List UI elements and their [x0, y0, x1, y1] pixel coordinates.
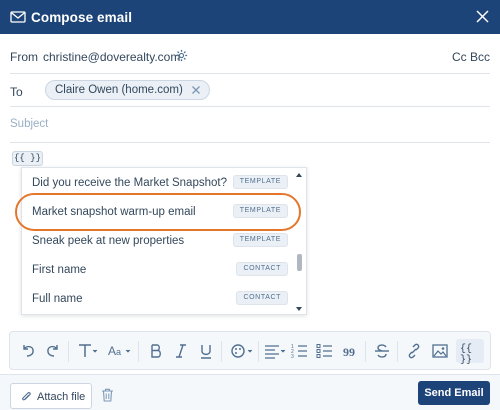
- suggestion-type-badge: TEMPLATE: [232, 233, 288, 247]
- suggestion-item[interactable]: Full name CONTACT: [22, 284, 294, 313]
- suggestion-name: First name: [32, 264, 87, 276]
- remove-recipient-icon[interactable]: [191, 85, 201, 95]
- compose-title: Compose email: [31, 10, 133, 25]
- from-address[interactable]: christine@doverealty.com: [43, 50, 180, 64]
- bold-icon[interactable]: [146, 341, 166, 361]
- attach-file-label: Attach file: [37, 391, 86, 403]
- font-size-icon[interactable]: Aa: [107, 341, 131, 361]
- personalize-token-icon[interactable]: {{ }}: [456, 339, 484, 366]
- svg-text:A: A: [108, 344, 116, 358]
- cc-bcc-toggle[interactable]: Cc Bcc: [452, 50, 490, 64]
- personalize-token-button[interactable]: {{ }}: [12, 151, 43, 166]
- suggestion-type-badge: TEMPLATE: [232, 204, 288, 218]
- suggestion-type-badge: CONTACT: [236, 262, 288, 276]
- recipient-chip[interactable]: Claire Owen (home.com): [45, 80, 210, 100]
- scroll-up-arrow-icon[interactable]: [296, 173, 302, 177]
- link-icon[interactable]: [404, 341, 424, 361]
- compose-header: Compose email: [0, 0, 500, 34]
- svg-text:3: 3: [291, 354, 294, 360]
- suggestion-item[interactable]: First name CONTACT: [22, 255, 294, 284]
- suggestion-item[interactable]: Sneak peek at new properties TEMPLATE: [22, 226, 294, 255]
- formatting-toolbar: Aa 123 99 {{ }}: [9, 331, 491, 370]
- suggestion-name: Full name: [32, 293, 83, 305]
- to-row: To Claire Owen (home.com): [10, 74, 490, 107]
- from-row: From christine@doverealty.com Cc Bcc: [10, 34, 490, 74]
- compose-footer: Attach file Send Email: [0, 374, 500, 410]
- send-email-button[interactable]: Send Email: [418, 381, 490, 405]
- color-icon[interactable]: [229, 341, 253, 361]
- mail-icon: [10, 11, 26, 23]
- suggestion-item[interactable]: Did you receive the Market Snapshot? TEM…: [22, 168, 294, 197]
- undo-icon[interactable]: [18, 341, 38, 361]
- suggestion-type-badge: CONTACT: [236, 291, 288, 305]
- underline-icon[interactable]: [196, 341, 216, 361]
- italic-icon[interactable]: [171, 341, 191, 361]
- attach-file-button[interactable]: Attach file: [10, 383, 92, 409]
- suggestion-item[interactable]: Market snapshot warm-up email TEMPLATE: [22, 197, 294, 226]
- toolbar-divider: [397, 341, 398, 362]
- subject-input[interactable]: [10, 118, 310, 130]
- toolbar-divider: [221, 341, 222, 362]
- suggestion-name: Sneak peek at new properties: [32, 235, 185, 247]
- redo-icon[interactable]: [43, 341, 63, 361]
- scroll-down-arrow-icon[interactable]: [296, 307, 302, 311]
- suggestion-name: Did you receive the Market Snapshot?: [32, 177, 227, 189]
- toolbar-divider: [365, 341, 366, 362]
- subject-row: [10, 107, 490, 143]
- recipient-name: Claire Owen (home.com): [55, 84, 183, 96]
- quote-icon[interactable]: 99: [340, 341, 360, 361]
- suggestion-dropdown: Did you receive the Market Snapshot? TEM…: [21, 167, 307, 315]
- bullet-list-icon[interactable]: [315, 341, 335, 361]
- toolbar-divider: [68, 341, 69, 362]
- close-icon[interactable]: [475, 9, 490, 24]
- suggestion-type-badge: TEMPLATE: [232, 175, 288, 189]
- suggestion-name: Market snapshot warm-up email: [32, 206, 196, 218]
- to-label: To: [10, 85, 23, 99]
- text-style-icon[interactable]: [76, 341, 98, 361]
- strikethrough-icon[interactable]: [372, 341, 392, 361]
- numbered-list-icon[interactable]: 123: [290, 341, 310, 361]
- gear-icon[interactable]: [175, 49, 188, 62]
- token-label: {{ }}: [460, 344, 473, 366]
- svg-text:99: 99: [343, 345, 355, 359]
- trash-icon[interactable]: [101, 388, 114, 402]
- scroll-thumb[interactable]: [297, 254, 302, 271]
- align-icon[interactable]: [263, 341, 286, 361]
- toolbar-divider: [258, 341, 259, 362]
- dropdown-scrollbar[interactable]: [293, 168, 306, 314]
- from-label: From: [10, 50, 38, 64]
- toolbar-divider: [138, 341, 139, 362]
- paperclip-icon: [22, 392, 31, 401]
- image-icon[interactable]: [430, 341, 450, 361]
- svg-text:a: a: [116, 347, 121, 357]
